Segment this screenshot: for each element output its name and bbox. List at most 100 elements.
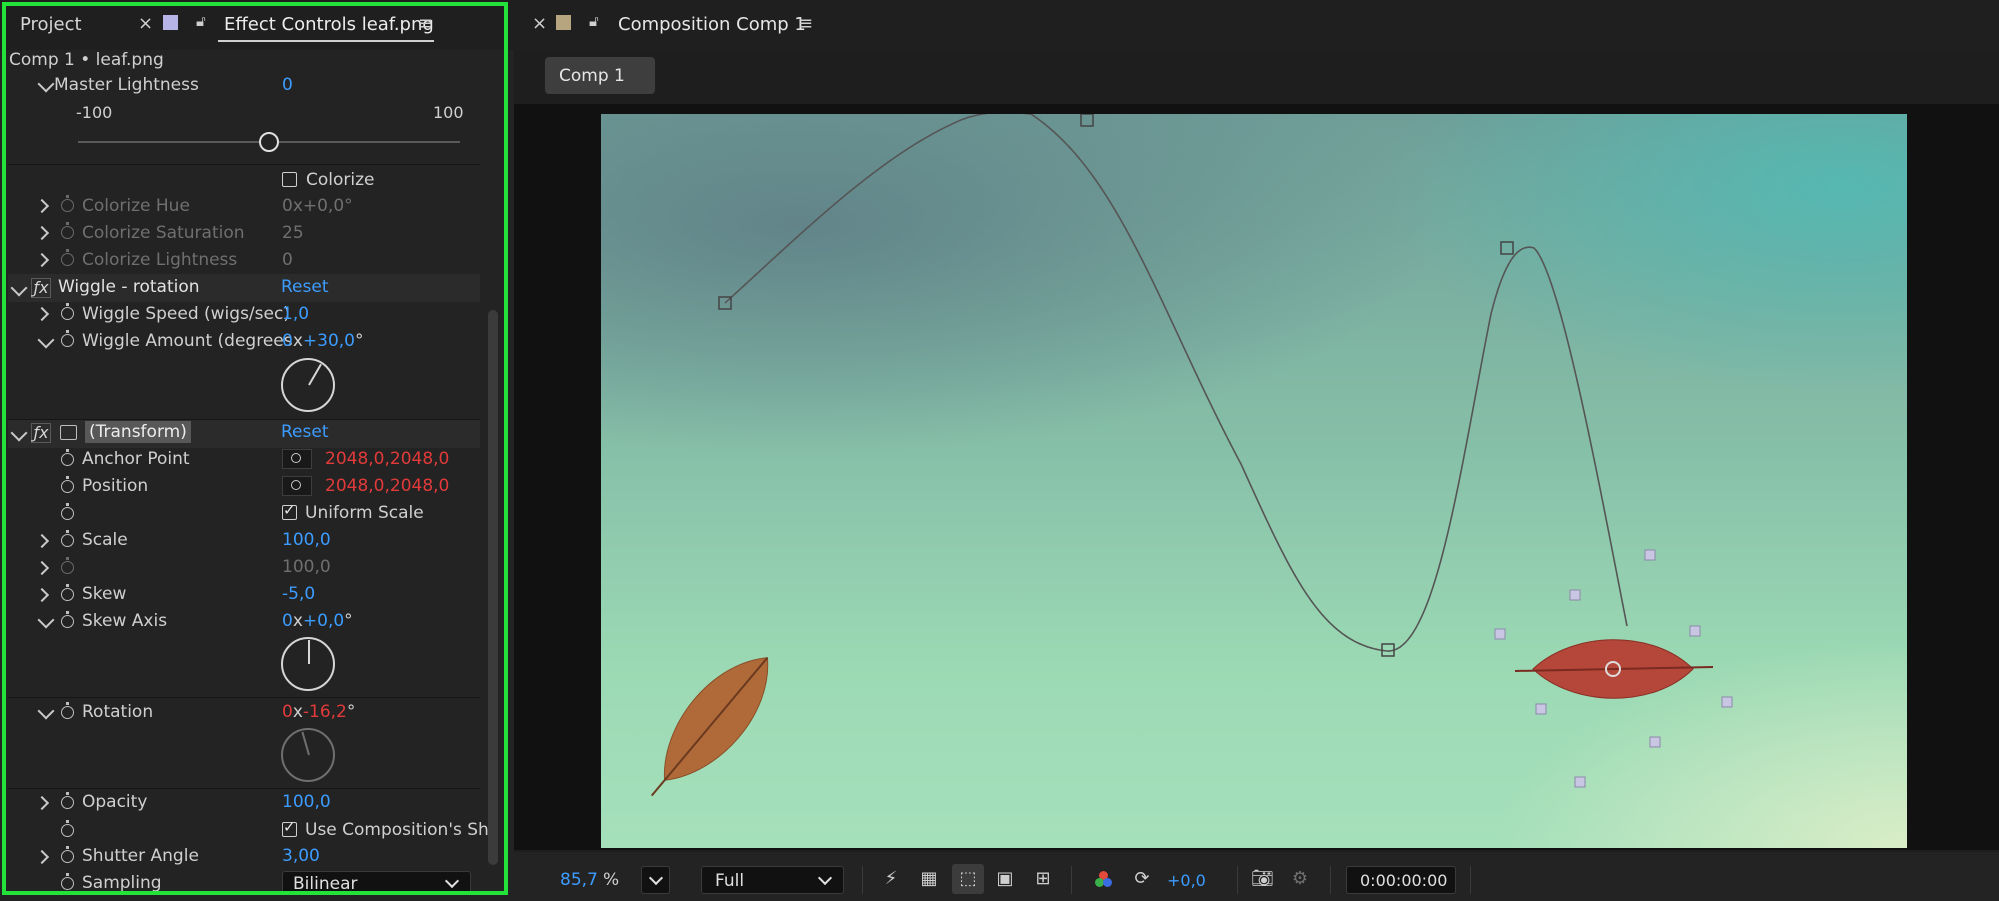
keyframe-handle[interactable] [1080, 114, 1094, 127]
wiggle-amount-value[interactable]: 0x+30,0° [282, 331, 364, 351]
preset-icon[interactable] [60, 425, 77, 440]
fast-previews-icon[interactable]: ⚡︎ [880, 869, 902, 889]
stopwatch-icon[interactable] [61, 584, 74, 601]
skew-value[interactable]: -5,0 [282, 584, 315, 604]
panel-menu-icon[interactable]: ≡ [418, 13, 433, 34]
skew-axis-value[interactable]: 0x+0,0° [282, 611, 353, 631]
region-of-interest-icon[interactable]: ▣ [994, 869, 1016, 889]
leaf-right-selected-image[interactable] [1514, 639, 1714, 699]
wiggle-speed-value[interactable]: 1,0 [282, 304, 309, 324]
stopwatch-icon[interactable] [61, 611, 74, 628]
sampling-dropdown[interactable]: Bilinear [282, 871, 471, 895]
stopwatch-icon[interactable] [61, 792, 74, 809]
scale-height-value: 100,0 [282, 557, 331, 577]
angle-value[interactable]: +30,0 [303, 331, 355, 351]
stopwatch-icon[interactable] [61, 530, 74, 547]
anchor-y-value[interactable]: 2048,0 [390, 449, 449, 469]
rotation-dial[interactable] [281, 728, 335, 782]
use-comp-shutter-checkbox[interactable] [282, 818, 297, 837]
exposure-reset-icon[interactable]: ⟳ [1131, 869, 1153, 889]
master-lightness-value[interactable]: 0 [282, 75, 293, 95]
colorize-checkbox[interactable] [282, 172, 297, 187]
current-time-field[interactable]: 0:00:00:00 [1346, 866, 1456, 894]
active-tab-underline [218, 40, 434, 42]
divider [1470, 866, 1471, 894]
stopwatch-icon[interactable] [61, 820, 74, 837]
skew-axis-dial[interactable] [281, 637, 335, 691]
tab-project[interactable]: Project [20, 14, 82, 35]
divider [1237, 866, 1238, 894]
zoom-value[interactable]: 85,7 [560, 870, 598, 890]
revolutions-value[interactable]: 0 [282, 331, 293, 351]
resolution-value: Full [715, 871, 745, 891]
stopwatch-icon[interactable] [61, 557, 74, 574]
position-y-value[interactable]: 2048,0 [390, 476, 449, 496]
opacity-value[interactable]: 100,0 [282, 792, 331, 812]
wiggle-amount-dial[interactable] [281, 358, 335, 412]
transform-reset-link[interactable]: Reset [281, 422, 329, 442]
stopwatch-icon[interactable] [61, 702, 74, 719]
stopwatch-icon[interactable] [61, 503, 74, 520]
stopwatch-icon[interactable] [61, 846, 74, 863]
show-snapshot-icon[interactable]: ⚙︎ [1289, 869, 1311, 889]
keyframe-handle[interactable] [1500, 241, 1514, 255]
anchor-point-value[interactable]: 2048,0,2048,0 [325, 449, 449, 469]
stopwatch-icon[interactable] [61, 476, 74, 493]
transform-effect-header[interactable] [8, 420, 480, 448]
transparency-grid-icon[interactable]: ▦ [918, 869, 940, 889]
revolutions-value[interactable]: 0 [282, 702, 293, 722]
tab-composition[interactable]: Composition Comp 1 [618, 14, 806, 35]
stopwatch-icon[interactable] [61, 330, 74, 347]
degree-symbol: ° [355, 331, 364, 351]
chevron-down-icon [817, 870, 833, 886]
snapshot-camera-icon[interactable]: 📷︎ [1251, 869, 1274, 889]
exposure-value[interactable]: +0,0 [1167, 871, 1206, 890]
lock-icon[interactable]: 🔓︎ [589, 12, 599, 30]
divider [862, 866, 863, 894]
crosshair-picker-icon[interactable] [282, 449, 312, 469]
master-lightness-slider-thumb[interactable] [259, 132, 279, 152]
anchor-x-value[interactable]: 2048,0 [325, 449, 384, 469]
degree-symbol: ° [346, 702, 356, 722]
rotation-value[interactable]: 0x-16,2° [282, 702, 355, 722]
lock-icon[interactable]: 🔓︎ [196, 12, 206, 30]
tab-effect-controls[interactable]: Effect Controls leaf.png [224, 14, 434, 35]
master-lightness-label: Master Lightness [54, 75, 199, 95]
mask-path-visibility-button[interactable]: ⬚ [952, 864, 984, 894]
wiggle-reset-link[interactable]: Reset [281, 277, 329, 297]
zoom-dropdown[interactable] [641, 866, 670, 894]
comp-subtab[interactable]: Comp 1 [545, 57, 655, 94]
stopwatch-icon[interactable] [61, 303, 74, 320]
revolutions-value[interactable]: 0 [282, 611, 293, 631]
fx-icon[interactable]: ƒx [31, 423, 51, 443]
divider [8, 697, 480, 698]
stopwatch-icon[interactable] [61, 195, 74, 212]
composition-canvas[interactable] [601, 114, 1907, 848]
stopwatch-icon[interactable] [61, 222, 74, 239]
angle-value[interactable]: +0,0 [303, 611, 344, 631]
slider-min-label: -100 [76, 103, 113, 122]
stopwatch-icon[interactable] [61, 873, 74, 890]
uniform-scale-checkbox[interactable] [282, 501, 297, 520]
grid-guides-icon[interactable]: ⊞ [1032, 869, 1054, 889]
motion-path-curve[interactable] [724, 114, 1628, 652]
scale-value[interactable]: 100,0 [282, 530, 331, 550]
effect-controls-scrollbar[interactable] [488, 310, 498, 865]
scale-label: Scale [82, 530, 128, 550]
angle-value[interactable]: -16,2 [303, 702, 347, 722]
position-x-value[interactable]: 2048,0 [325, 476, 384, 496]
crosshair-picker-icon[interactable] [282, 476, 312, 496]
position-value[interactable]: 2048,0,2048,0 [325, 476, 449, 496]
shutter-angle-value[interactable]: 3,00 [282, 846, 320, 866]
leaf-left-image[interactable] [629, 639, 790, 814]
channel-rgb-icon[interactable] [1095, 871, 1113, 889]
stopwatch-icon[interactable] [61, 249, 74, 266]
stopwatch-icon[interactable] [61, 449, 74, 466]
resolution-dropdown[interactable]: Full [701, 866, 844, 894]
fx-icon[interactable]: ƒx [31, 278, 51, 298]
close-tab-icon[interactable]: × [532, 13, 547, 34]
close-tab-icon[interactable]: × [138, 13, 153, 34]
transform-effect-name: (Transform) [85, 421, 191, 443]
panel-menu-icon[interactable]: ≡ [798, 13, 813, 34]
zoom-unit: % [603, 870, 620, 890]
